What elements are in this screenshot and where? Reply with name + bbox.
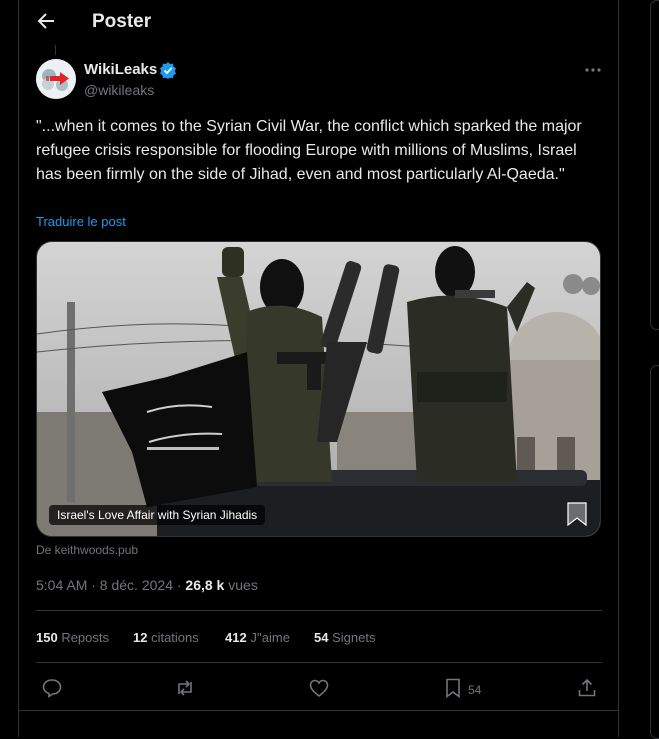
divider: [36, 610, 602, 611]
bookmark-icon: [446, 678, 460, 699]
link-source[interactable]: De keithwoods.pub: [36, 543, 138, 557]
back-arrow-icon: [37, 13, 54, 29]
more-options-button[interactable]: [583, 62, 603, 78]
link-card-title: Israel's Love Affair with Syrian Jihadis: [49, 505, 266, 525]
share-button[interactable]: [576, 677, 598, 699]
back-button[interactable]: [36, 10, 56, 32]
wikileaks-logo-icon: [36, 59, 76, 99]
column-border-right: [618, 0, 619, 737]
divider: [36, 662, 602, 663]
likes-stat[interactable]: 412 J''aime: [225, 630, 290, 645]
author-handle[interactable]: @wikileaks: [84, 82, 154, 98]
views-count: 26,8 k: [185, 577, 225, 593]
post-timestamp[interactable]: 5:04 AM · 8 déc. 2024 ·: [36, 577, 185, 593]
repost-button[interactable]: [174, 677, 196, 699]
link-card-image[interactable]: Israel's Love Affair with Syrian Jihadis: [36, 241, 601, 537]
post-text: "...when it comes to the Syrian Civil Wa…: [36, 118, 582, 183]
bookmark-overlay-icon: [566, 501, 588, 527]
sidebar-panel: [650, 0, 659, 330]
bookmark-count: 54: [468, 683, 482, 697]
repost-icon: [178, 680, 192, 696]
author-name[interactable]: WikiLeaks: [84, 61, 157, 78]
column-border-left: [18, 0, 19, 737]
thread-line: [55, 45, 56, 55]
like-button[interactable]: [308, 677, 330, 699]
divider: [18, 710, 618, 711]
reply-button[interactable]: [41, 677, 63, 699]
verified-badge-icon: [159, 61, 177, 79]
page-title: Poster: [92, 11, 152, 32]
bookmark-button[interactable]: [442, 677, 464, 699]
translate-post-link[interactable]: Traduire le post: [36, 214, 126, 229]
post-meta: 5:04 AM · 8 déc. 2024 · 26,8 k vues: [36, 577, 258, 593]
like-icon: [309, 679, 329, 698]
more-options-icon: [585, 68, 601, 72]
share-icon: [578, 678, 596, 697]
sidebar-panel: [650, 365, 659, 739]
reply-icon: [42, 679, 62, 699]
views-label: vues: [224, 577, 258, 593]
militants-photo: [37, 242, 600, 536]
avatar[interactable]: [36, 59, 76, 99]
bookmarks-stat[interactable]: 54 Signets: [314, 630, 375, 645]
reposts-stat[interactable]: 150 Reposts: [36, 630, 109, 645]
quotes-stat[interactable]: 12 citations: [133, 630, 199, 645]
